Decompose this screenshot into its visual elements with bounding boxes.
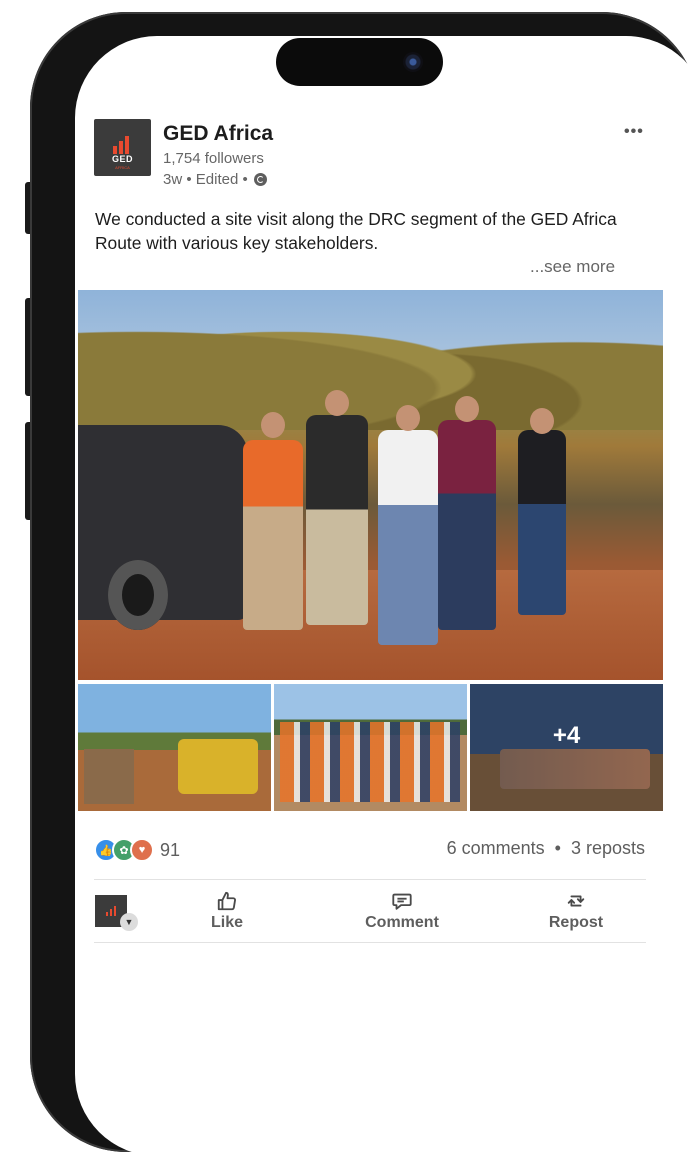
follower-count: 1,754 followers — [163, 150, 264, 167]
separator-dot: • — [554, 838, 561, 858]
post-meta: 3w • Edited • — [163, 171, 267, 188]
post-thumbnail-1[interactable] — [78, 684, 271, 811]
post-text: We conducted a site visit along the DRC … — [95, 209, 617, 253]
repost-label: Repost — [548, 914, 604, 931]
dynamic-island — [276, 38, 443, 86]
logo-mark-icon: GED AFRICA — [107, 130, 139, 170]
repost-icon — [567, 895, 585, 907]
thumbs-up-icon — [217, 891, 237, 911]
more-images-count[interactable]: +4 — [470, 684, 663, 811]
post-main-image[interactable] — [78, 290, 663, 680]
post-time-edited: 3w • Edited • — [163, 171, 248, 188]
comment-button[interactable]: Comment — [360, 890, 444, 932]
reactions-summary[interactable]: 👍 ✿ ♥ 91 — [94, 838, 180, 862]
divider — [94, 942, 646, 943]
social-counts: 6 comments • 3 reposts — [447, 838, 645, 859]
camera-icon — [403, 52, 423, 72]
love-reaction-icon: ♥ — [130, 838, 154, 862]
comment-icon — [392, 893, 412, 910]
reaction-count: 91 — [160, 839, 181, 860]
logo-text: GED — [111, 153, 133, 164]
like-button[interactable]: Like — [200, 890, 254, 932]
divider — [94, 879, 646, 880]
post-thumbnail-3[interactable]: +4 — [470, 684, 663, 811]
logo-subtext: AFRICA — [115, 164, 130, 170]
like-label: Like — [210, 914, 243, 931]
repost-button[interactable]: Repost — [544, 890, 608, 932]
more-options-button[interactable]: ••• — [624, 123, 644, 141]
comment-label: Comment — [365, 914, 439, 931]
loader-image — [178, 739, 258, 794]
post-thumbnail-2[interactable] — [274, 684, 467, 811]
reposts-count-link[interactable]: 3 reposts — [571, 838, 645, 859]
company-logo[interactable]: GED AFRICA — [94, 119, 151, 176]
comments-count-link[interactable]: 6 comments — [447, 838, 545, 859]
see-more-link[interactable]: ...see more — [530, 257, 615, 277]
company-name[interactable]: GED Africa — [163, 122, 273, 146]
chevron-down-icon[interactable]: ▼ — [120, 913, 138, 931]
globe-icon — [253, 173, 267, 186]
